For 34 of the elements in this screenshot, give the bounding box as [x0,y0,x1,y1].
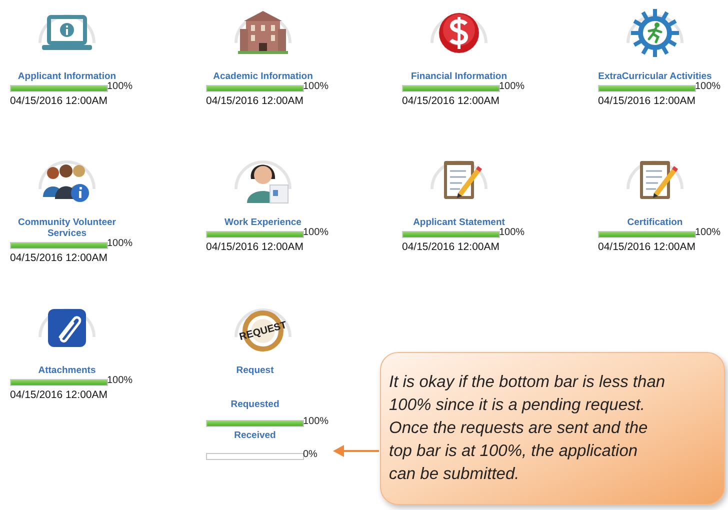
percent-text: 100% [303,417,329,427]
arrow-icon [333,445,379,457]
date-text: 04/15/2016 12:00AM [402,240,500,255]
section-link[interactable]: Financial Information [396,71,522,82]
section-link[interactable]: Work Experience [200,217,326,228]
stage-label[interactable]: Received [206,430,304,441]
date-text: 04/15/2016 12:00AM [10,251,108,266]
section-link[interactable]: Applicant Statement [396,217,522,228]
section-link[interactable]: Attachments [4,365,130,376]
section-link[interactable]: Request [206,365,304,376]
percent-text: 0% [303,450,318,460]
date-text: 04/15/2016 12:00AM [10,388,108,403]
percent-text: 100% [107,82,133,92]
section-link[interactable]: Certification [592,217,718,228]
stage-label[interactable]: Requested [206,399,304,410]
section-link[interactable]: Community Volunteer Services [4,217,130,239]
section-link[interactable]: Academic Information [200,71,326,82]
percent-text: 100% [499,228,525,238]
date-text: 04/15/2016 12:00AM [206,240,304,255]
percent-text: 100% [107,239,133,249]
section-link[interactable]: ExtraCurricular Activities [592,71,718,82]
date-text: 04/15/2016 12:00AM [598,94,696,109]
percent-text: 100% [303,228,329,238]
percent-text: 100% [107,376,133,386]
percent-text: 100% [499,82,525,92]
percent-text: 100% [695,228,721,238]
date-text: 04/15/2016 12:00AM [402,94,500,109]
date-text: 04/15/2016 12:00AM [10,94,108,109]
callout-text: It is okay if the bottom bar is less than 100% since it is a pending request. Once the requests are sent and the top bar is at 100%, the application can be submitted. [389,372,666,485]
section-link[interactable]: Applicant Information [4,71,130,82]
date-text: 04/15/2016 12:00AM [598,240,696,255]
percent-text: 100% [303,82,329,92]
date-text: 04/15/2016 12:00AM [206,94,304,109]
percent-text: 100% [695,82,721,92]
